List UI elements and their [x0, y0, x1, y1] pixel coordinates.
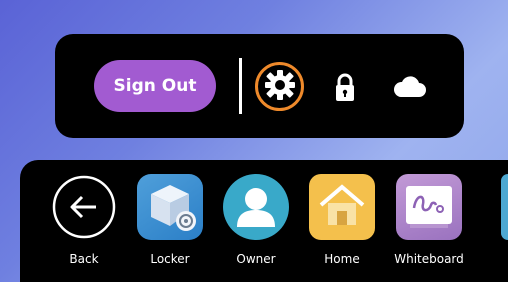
partial-app-icon[interactable]: [501, 174, 508, 240]
top-control-bar: Sign Out: [55, 34, 464, 138]
dock-item-home[interactable]: Home: [298, 174, 378, 274]
cloud-icon: [392, 76, 426, 102]
sign-out-button[interactable]: Sign Out: [94, 60, 216, 112]
dock-item-locker[interactable]: Locker: [126, 174, 206, 274]
lock-button[interactable]: [333, 72, 357, 102]
sign-out-label: Sign Out: [113, 76, 197, 96]
dock-item-back[interactable]: Back: [40, 174, 120, 274]
dock-label-whiteboard: Whiteboard: [394, 252, 464, 266]
dock-item-whiteboard[interactable]: Whiteboard: [385, 174, 465, 274]
home-icon: [309, 174, 375, 240]
dock-label-back: Back: [69, 252, 99, 266]
locker-icon: [137, 174, 203, 240]
dock-label-owner: Owner: [236, 252, 276, 266]
dock-item-owner[interactable]: Owner: [212, 174, 292, 274]
settings-button[interactable]: [255, 62, 304, 111]
cloud-button[interactable]: [392, 76, 426, 98]
whiteboard-icon: [396, 174, 462, 240]
owner-icon: [223, 174, 289, 240]
dock-label-home: Home: [324, 252, 360, 266]
dock-label-locker: Locker: [150, 252, 190, 266]
app-dock: Back Locker Owner Home Whiteboard: [20, 160, 508, 282]
gear-icon: [263, 68, 297, 106]
divider: [239, 58, 242, 114]
lock-icon: [333, 73, 357, 106]
back-arrow-icon: [51, 174, 117, 240]
